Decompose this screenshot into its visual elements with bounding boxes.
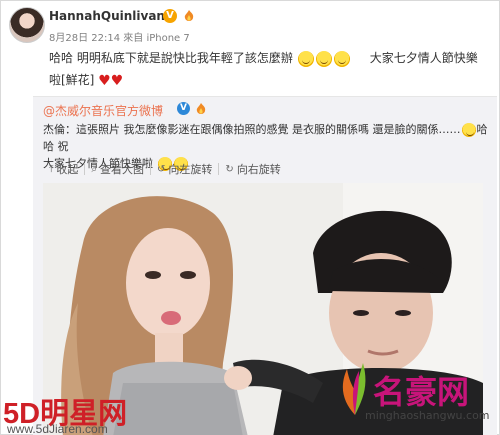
magnify-icon: ⌕: [91, 163, 98, 175]
watermark-minghao-domain: minghaoshangwu.com: [365, 409, 490, 422]
image-toolbar: ⤒ 收起 ⌕ 查看大图 ↺ 向左旋转 ↻ 向右旋转: [43, 159, 287, 179]
watermark-5d-url: www.5dJiaren.com: [7, 422, 108, 435]
post-source: 來自 iPhone 7: [123, 33, 190, 44]
post-text: 哈哈 明明私底下就是說快比我年輕了該怎麼辦 大家七夕情人節快樂 啦[鮮花] ♥♥: [49, 47, 497, 92]
post-text-flower: 啦[鮮花]: [49, 73, 95, 87]
fire-icon: [184, 10, 194, 21]
verified-blue-badge-icon: V: [177, 102, 190, 115]
post-meta: 8月28日 22:14 來自 iPhone 7: [49, 29, 190, 44]
grin-emoji-icon: [297, 50, 314, 67]
watermark-5d-logo: 5D明星网 www.5dJiaren.com: [3, 390, 127, 435]
rotate-right-icon: ↻: [225, 163, 234, 175]
rotate-left-icon: ↺: [157, 163, 166, 175]
collapse-button[interactable]: ⤒ 收起: [43, 163, 86, 176]
collapse-icon: ⤒: [49, 163, 54, 175]
smile-emoji-icon: [461, 123, 476, 137]
repost-author-link[interactable]: @杰威尔音乐官方微博: [43, 102, 163, 119]
post-username[interactable]: HannahQuinlivan: [49, 9, 165, 23]
rotate-right-button[interactable]: ↻ 向右旋转: [219, 163, 286, 176]
heart-icon: ♥: [98, 72, 111, 89]
post-text-main: 哈哈 明明私底下就是說快比我年輕了該怎麼辦: [49, 51, 293, 65]
leaf-logo-icon: [342, 363, 366, 415]
post-timestamp[interactable]: 8月28日 22:14: [49, 33, 120, 44]
scared-emoji-icon: [333, 50, 350, 67]
collapse-label: 收起: [56, 163, 79, 176]
post-text-greeting: 大家七夕情人節快樂: [369, 51, 478, 65]
wink-emoji-icon: [315, 50, 332, 67]
heart-icon: ♥: [110, 72, 124, 89]
avatar[interactable]: [9, 7, 45, 43]
rotate-left-label: 向左旋转: [168, 163, 213, 176]
rotate-right-label: 向右旋转: [236, 163, 281, 176]
view-large-button[interactable]: ⌕ 查看大图: [85, 163, 152, 176]
weibo-post-card: HannahQuinlivan V 8月28日 22:14 來自 iPhone …: [0, 0, 500, 435]
repost-body-line1: 杰倫：這張照片 我怎麼像影迷在跟偶像拍照的感覺 是衣服的關係嗎 還是臉的關係……: [43, 123, 461, 136]
watermark-minghao-brand: 名豪网: [373, 373, 470, 411]
rotate-left-button[interactable]: ↺ 向左旋转: [151, 163, 220, 176]
fire-icon: [196, 103, 206, 114]
view-large-label: 查看大图: [100, 163, 145, 176]
watermark-minghao: 名豪网 minghaoshangwu.com: [313, 353, 499, 433]
verified-badge-icon: V: [163, 9, 177, 23]
